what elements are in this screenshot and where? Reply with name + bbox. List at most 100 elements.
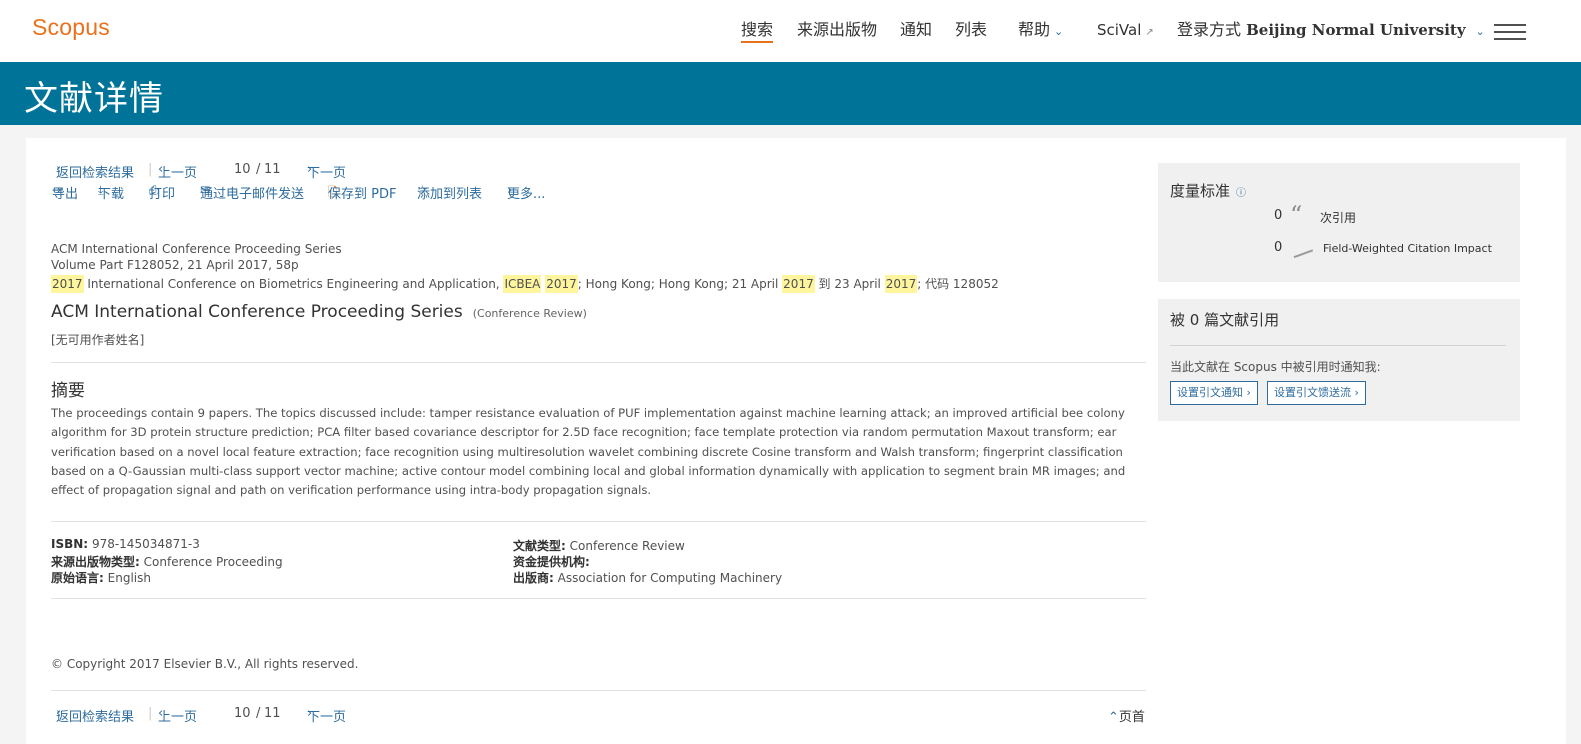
source-type-field: 来源出版物类型: Conference Proceeding (51, 553, 283, 570)
pager-separator: | (148, 706, 153, 721)
document-details-card: ‹ 返回检索结果 | ‹ 上一页 10 / 11 下一页 › ⇥ 导出 ⤓ 下载 ⎙ 打印 … (26, 138, 1566, 744)
conference-name: International Conference on Biometrics E… (87, 277, 500, 291)
citation-count: 0 (1274, 208, 1283, 223)
source-type-value: Conference Proceeding (143, 555, 283, 569)
citation-alert-notice: 当此文献在 Scopus 中被引用时通知我: (1170, 360, 1381, 374)
funding-label: 资金提供机构: (513, 555, 590, 569)
abstract-heading: 摘要 (51, 381, 85, 401)
cited-by-heading: 被 0 篇文献引用 (1170, 311, 1280, 329)
isbn-label: ISBN: (51, 537, 89, 551)
document-type-badge: (Conference Review) (472, 307, 587, 320)
chevron-up-icon: ⌃ (1108, 710, 1119, 725)
document-title: ACM International Conference Proceeding … (51, 302, 587, 322)
isbn-value: 978-145034871-3 (91, 537, 200, 551)
fwci-value: 0 (1274, 240, 1283, 255)
metrics-heading: 度量标准 ⓘ (1170, 180, 1246, 201)
next-page-label: 下一页 (307, 710, 347, 725)
save-pdf-label: 保存到 PDF (328, 187, 397, 202)
chevron-down-icon: ⌄ (1054, 25, 1064, 38)
pager-slash: / (256, 162, 261, 177)
publisher-value: Association for Computing Machinery (557, 571, 783, 585)
isbn-field: ISBN: 978-145034871-3 (51, 537, 200, 551)
nav-lists[interactable]: 列表 (955, 19, 987, 43)
source-series[interactable]: ACM International Conference Proceeding … (51, 242, 342, 256)
metrics-heading-label: 度量标准 (1170, 182, 1231, 200)
document-title-text: ACM International Conference Proceeding … (51, 302, 463, 322)
conference-info: 2017 International Conference on Biometr… (51, 275, 999, 293)
conference-location-date: ; Hong Kong; Hong Kong; 21 April (577, 277, 779, 291)
section-divider (51, 362, 1146, 363)
highlight-term: 2017 (51, 275, 84, 293)
highlight-term: 2017 (884, 275, 918, 293)
back-to-top-label: 页首 (1118, 710, 1145, 725)
author-list: [无可用作者姓名] (51, 333, 145, 347)
conference-code: ; 代码 128052 (917, 277, 999, 291)
page-banner: 文献详情 (0, 62, 1581, 125)
conference-to: 到 23 April (818, 277, 881, 291)
back-to-results-label: 返回检索结果 (56, 166, 135, 181)
abstract-text: The proceedings contain 9 papers. The to… (51, 406, 1126, 498)
nav-scival-label: SciVal (1097, 21, 1142, 39)
pager-slash: / (256, 706, 261, 721)
current-index: 10 (234, 162, 251, 177)
prev-page-label: 上一页 (158, 166, 198, 181)
back-to-results-label: 返回检索结果 (56, 710, 135, 725)
highlight-term: ICBEA (503, 275, 542, 293)
next-page-label: 下一页 (307, 166, 347, 181)
nav-help[interactable]: 帮助 ⌄ (1018, 19, 1063, 43)
main-nav: 搜索 来源出版物 通知 列表 帮助 ⌄ SciVal ↗ 登录方式 Beijing … (0, 19, 1581, 43)
fwci-icon (1290, 241, 1314, 259)
set-citation-alert-label: 设置引文通知 (1177, 386, 1243, 399)
chevron-right-icon: › (1246, 386, 1251, 399)
copyright-notice: © Copyright 2017 Elsevier B.V., All righ… (51, 657, 359, 671)
cited-by-panel: 被 0 篇文献引用 当此文献在 Scopus 中被引用时通知我: 设置引文通知 … (1158, 299, 1520, 421)
email-label: 通过电子邮件发送 (200, 187, 305, 202)
menu-icon[interactable] (1494, 24, 1526, 40)
language-field: 原始语言: English (51, 569, 151, 586)
document-type-field: 文献类型: Conference Review (513, 537, 685, 554)
prev-page-label: 上一页 (158, 710, 198, 725)
set-citation-feed-button[interactable]: 设置引文馈送流 › (1267, 381, 1366, 405)
funding-field: 资金提供机构: (513, 553, 590, 570)
publisher-label: 出版商: (513, 571, 554, 585)
nav-sources[interactable]: 来源出版物 (797, 19, 877, 43)
nav-login-institution[interactable]: 登录方式 Beijing Normal University ⌄ (1177, 19, 1485, 43)
back-to-top-link[interactable]: ⌃页首 (1108, 706, 1145, 725)
highlight-term: 2017 (782, 275, 815, 293)
external-link-icon: ↗ (1145, 27, 1154, 38)
nav-alerts[interactable]: 通知 (900, 19, 932, 43)
pager-separator: | (148, 162, 153, 177)
citation-label[interactable]: 次引用 (1320, 209, 1356, 226)
institution-name: Beijing Normal University (1246, 21, 1466, 39)
language-label: 原始语言: (51, 571, 104, 585)
nav-help-label: 帮助 (1018, 20, 1051, 39)
section-divider (51, 598, 1146, 599)
chevron-right-icon: › (307, 706, 313, 721)
fwci-label[interactable]: Field-Weighted Citation Impact (1323, 242, 1492, 255)
total-count: 11 (264, 162, 281, 177)
chevron-right-icon: › (307, 162, 313, 177)
nav-scival[interactable]: SciVal ↗ (1097, 19, 1154, 43)
volume-info: Volume Part F128052, 21 April 2017, 58p (51, 258, 299, 272)
print-label: 打印 (149, 187, 176, 202)
top-navigation-bar: Scopus 搜索 来源出版物 通知 列表 帮助 ⌄ SciVal ↗ 登录方式 B… (0, 0, 1581, 62)
chevron-down-icon: ⌄ (1475, 25, 1485, 38)
page-title: 文献详情 (24, 79, 164, 119)
source-type-label: 来源出版物类型: (51, 555, 140, 569)
export-label: 导出 (52, 187, 79, 202)
nav-search[interactable]: 搜索 (741, 19, 774, 43)
section-divider (51, 521, 1146, 522)
info-icon[interactable]: ⓘ (1236, 188, 1246, 199)
document-type-value: Conference Review (569, 539, 685, 553)
set-citation-feed-label: 设置引文馈送流 (1274, 386, 1351, 399)
add-to-list-label: 添加到列表 (417, 187, 483, 202)
set-citation-alert-button[interactable]: 设置引文通知 › (1170, 381, 1258, 405)
more-actions-label: 更多... (507, 187, 546, 202)
quote-icon: “ (1290, 201, 1303, 229)
section-divider (51, 690, 1146, 691)
chevron-right-icon: › (507, 183, 513, 198)
download-label: 下载 (98, 187, 125, 202)
language-value: English (107, 571, 151, 585)
total-count: 11 (264, 706, 281, 721)
panel-divider (1170, 345, 1506, 346)
